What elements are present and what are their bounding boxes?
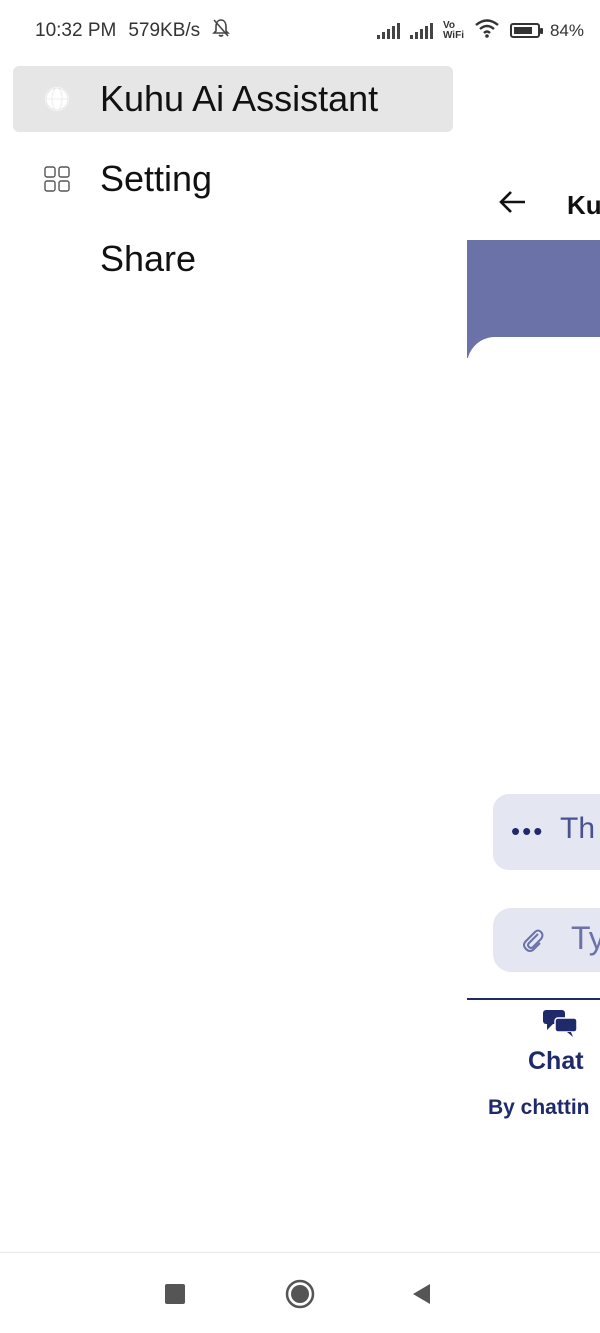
network-speed: 579KB/s (128, 20, 201, 41)
typing-dots-icon: ••• (511, 816, 545, 846)
chat-subtitle: By chattin (488, 1096, 590, 1119)
drawer-item-label: Kuhu Ai Assistant (100, 78, 379, 119)
back-button[interactable] (405, 1277, 439, 1311)
message-input-placeholder: Ty (571, 920, 600, 956)
globe-icon (43, 85, 71, 113)
drawer-item-label: Share (100, 238, 197, 279)
attachment-icon[interactable] (519, 926, 547, 954)
bell-off-icon (212, 18, 231, 44)
circle-icon (285, 1279, 315, 1309)
drawer-item-label: Setting (100, 158, 213, 199)
chat-icon[interactable] (541, 1008, 579, 1038)
app-title: Ku (567, 190, 600, 220)
grid-icon (43, 165, 71, 193)
signal-icon (409, 22, 433, 39)
vowifi-label: Vo WiFi (442, 19, 464, 41)
home-button[interactable] (283, 1277, 317, 1311)
drawer-item-kuhu-ai-assistant[interactable]: Kuhu Ai Assistant (13, 66, 453, 132)
navigation-drawer: Kuhu Ai Assistant Setting Share (0, 58, 467, 1252)
typing-text: Th (560, 812, 596, 845)
status-time: 10:32 PM (35, 20, 117, 41)
background-app: Ku ••• Th Ty Chat By chattin (467, 0, 600, 1252)
triangle-back-icon (413, 1284, 430, 1304)
drawer-item-setting[interactable]: Setting (13, 146, 453, 212)
message-input[interactable]: Ty (493, 908, 600, 972)
square-icon (165, 1284, 185, 1304)
tab-chat[interactable]: Chat (528, 1047, 584, 1076)
back-arrow-icon[interactable] (497, 186, 529, 218)
system-navigation-bar (0, 1252, 600, 1333)
typing-message-bubble: ••• Th (493, 794, 600, 870)
content-panel (467, 337, 600, 397)
signal-icon (376, 22, 400, 39)
tab-divider (467, 998, 600, 1000)
recents-button[interactable] (158, 1277, 192, 1311)
status-left: 10:32 PM 579KB/s (35, 18, 231, 44)
drawer-item-share[interactable]: Share (13, 226, 453, 292)
